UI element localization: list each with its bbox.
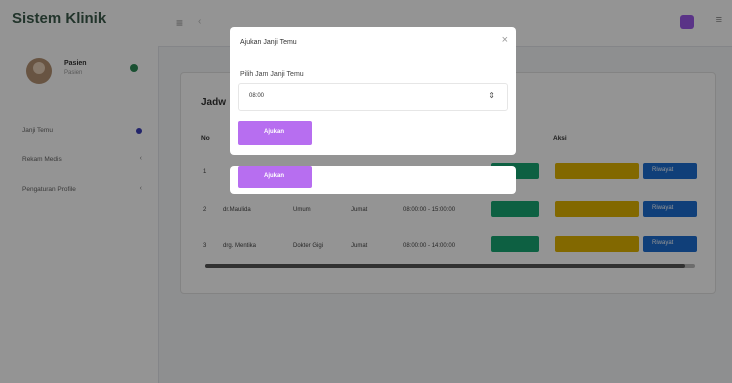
chevron-updown-icon: ⇕ [488,91,495,100]
time-select[interactable]: 08:00 ⇕ [238,83,508,111]
time-select-label: Pilih Jam Janji Temu [240,71,304,78]
secondary-modal: Ajukan [230,166,516,194]
appointment-modal: Ajukan Janji Temu × Pilih Jam Janji Temu… [230,27,516,155]
submit-button-secondary[interactable]: Ajukan [238,166,312,188]
selected-time: 08:00 [249,93,265,99]
modal-title: Ajukan Janji Temu [240,39,297,46]
submit-button[interactable]: Ajukan [238,121,312,145]
close-icon[interactable]: × [502,34,508,46]
